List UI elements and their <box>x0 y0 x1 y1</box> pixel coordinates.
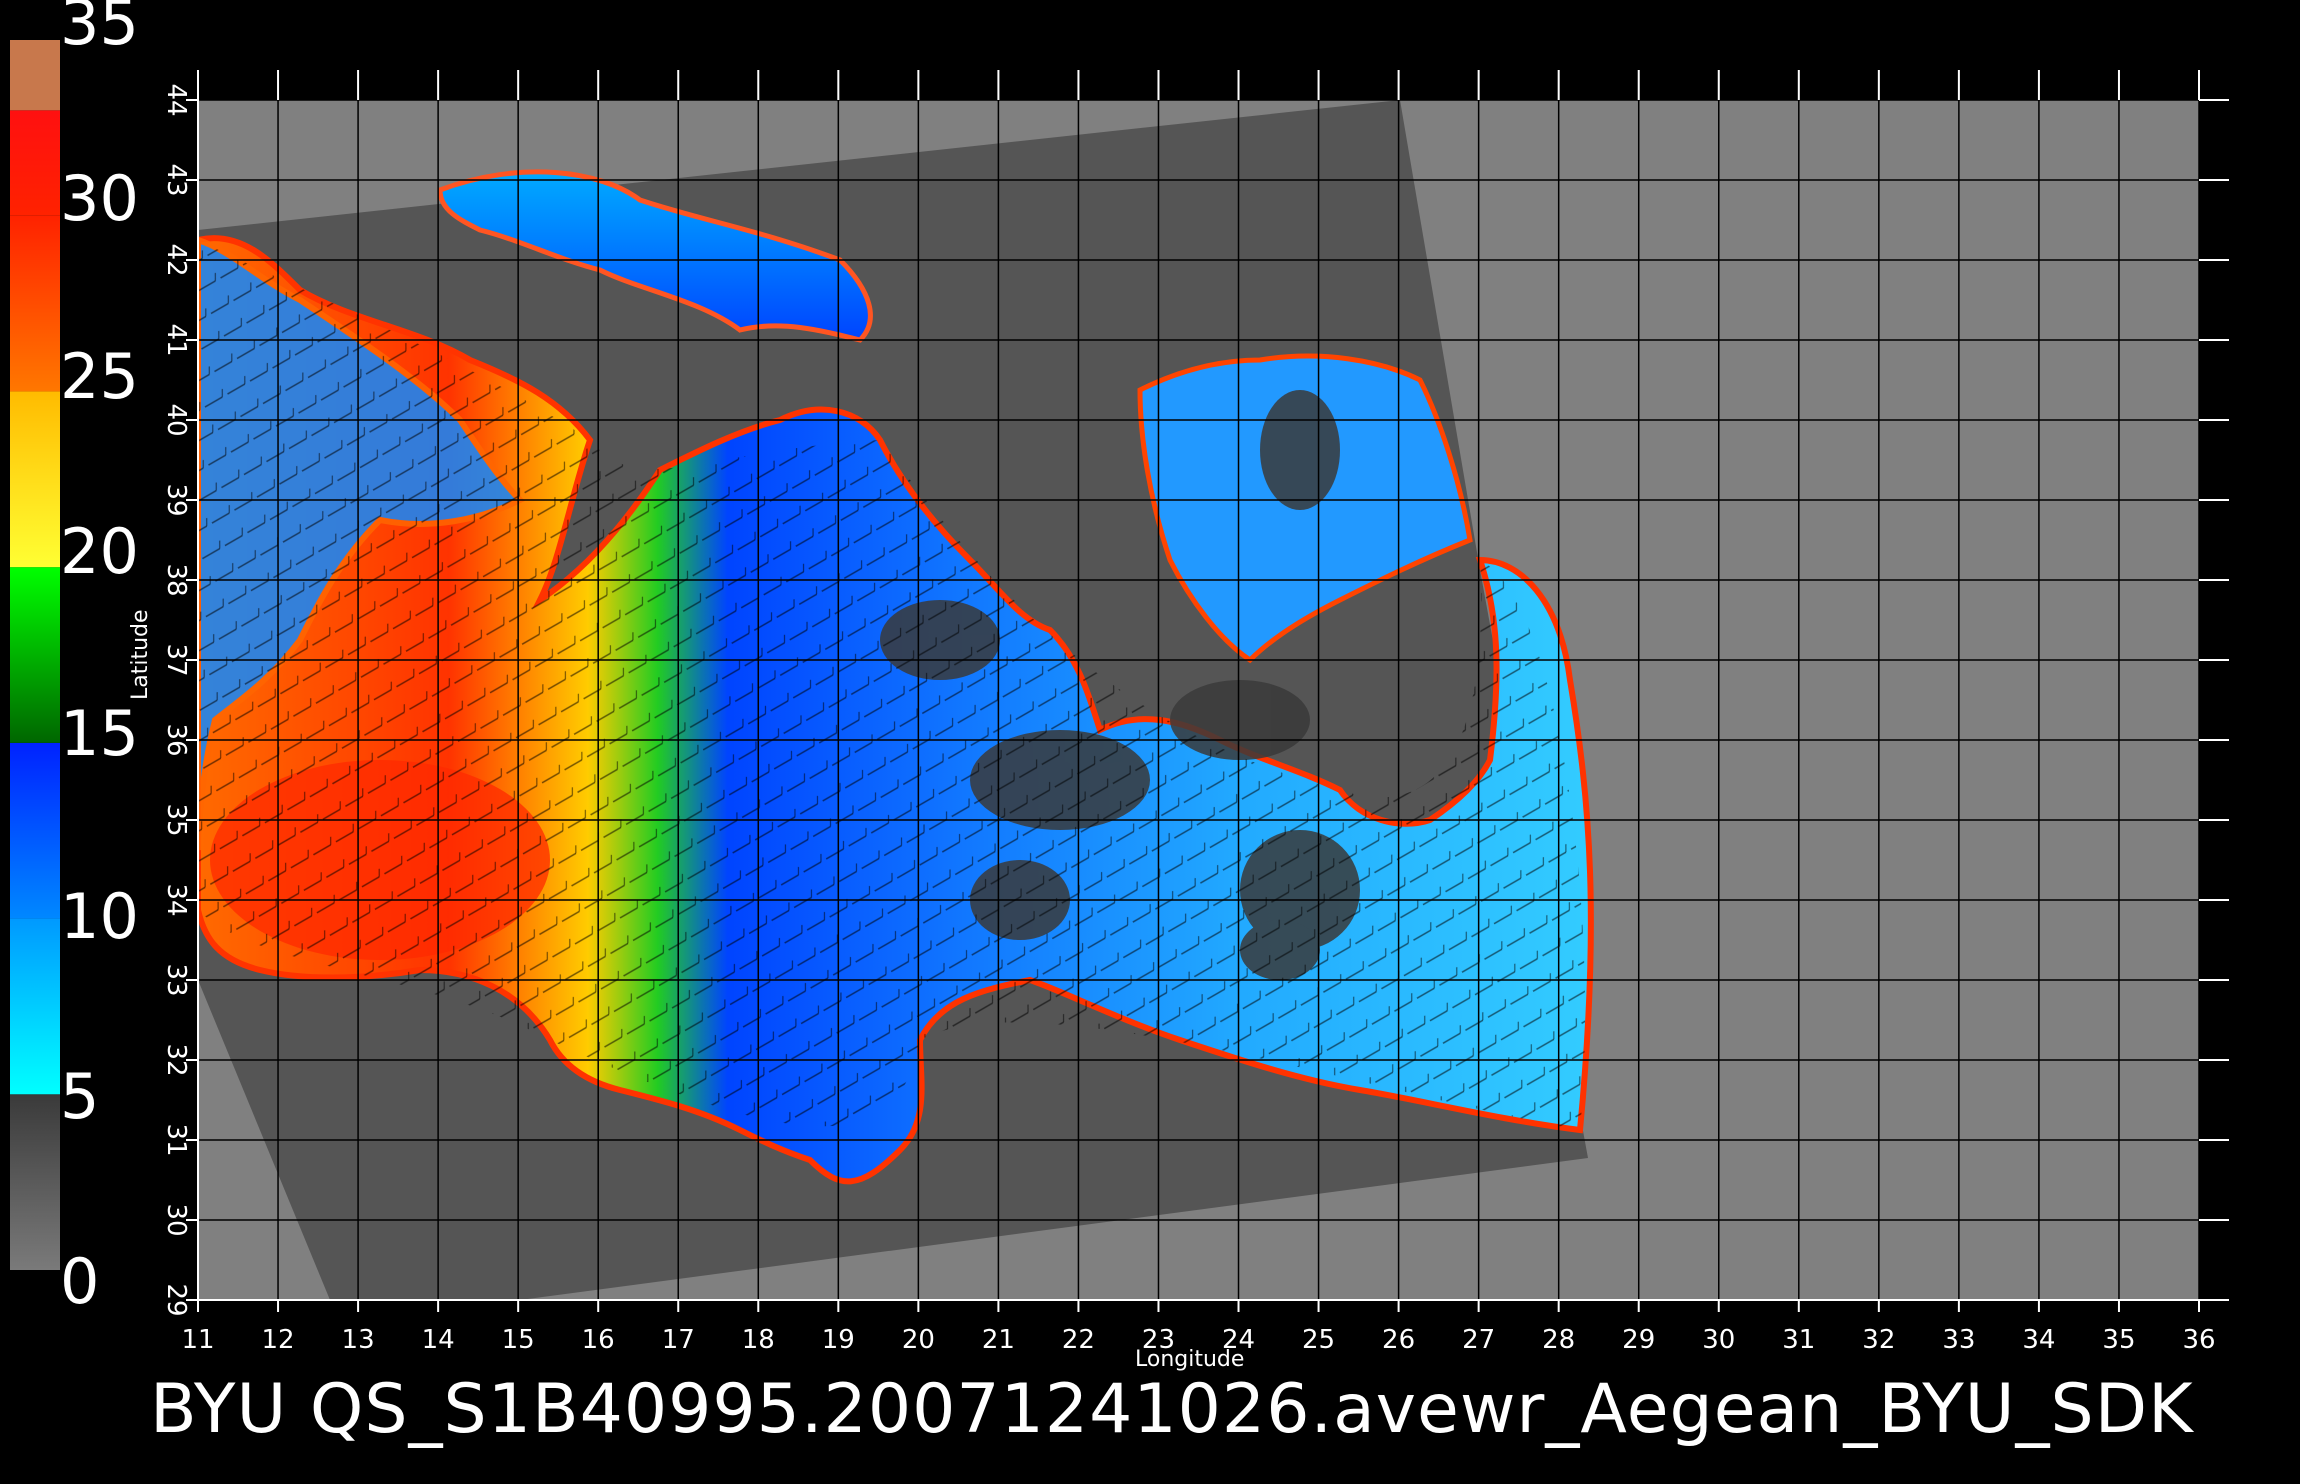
y-tick-label: 44 <box>161 83 191 116</box>
y-tick-label: 30 <box>161 1203 191 1236</box>
y-tick-label: 41 <box>161 323 191 356</box>
figure-title: BYU QS_S1B40995.20071241026.avewr_Aegean… <box>150 1370 2194 1449</box>
y-tick-label: 34 <box>161 883 191 916</box>
y-tick-label: 37 <box>161 643 191 676</box>
x-tick-label: 21 <box>982 1325 1015 1355</box>
y-tick-label: 31 <box>161 1123 191 1156</box>
colorbar-segment <box>10 391 60 568</box>
x-tick-label: 36 <box>2182 1325 2215 1355</box>
x-tick-label: 26 <box>1382 1325 1415 1355</box>
colorbar-label: 5 <box>60 1060 100 1133</box>
colorbar-segment <box>10 40 60 111</box>
x-tick-label: 12 <box>261 1325 294 1355</box>
x-tick-label: 31 <box>1782 1325 1815 1355</box>
colorbar-segment <box>10 742 60 919</box>
x-tick-label: 34 <box>2022 1325 2055 1355</box>
x-tick-label: 16 <box>582 1325 615 1355</box>
x-tick-label: 22 <box>1062 1325 1095 1355</box>
x-tick-label: 17 <box>662 1325 695 1355</box>
x-tick-label: 30 <box>1702 1325 1735 1355</box>
x-tick-label: 29 <box>1622 1325 1655 1355</box>
wind-map-svg: 11 12 13 14 15 16 17 18 19 20 21 22 23 24 25 26 27 28 29 30… <box>10 40 2229 1355</box>
colorbar <box>10 40 60 1270</box>
x-tick-label: 18 <box>742 1325 775 1355</box>
y-tick-label: 35 <box>161 803 191 836</box>
x-tick-label: 25 <box>1302 1325 1335 1355</box>
x-tick-label: 28 <box>1542 1325 1575 1355</box>
y-tick-label: 42 <box>161 243 191 276</box>
x-tick-label: 33 <box>1942 1325 1975 1355</box>
x-tick-label: 27 <box>1462 1325 1495 1355</box>
y-tick-label: 43 <box>161 163 191 196</box>
colorbar-label: 35 <box>60 0 139 59</box>
x-tick-label: 15 <box>502 1325 535 1355</box>
x-tick-label: 19 <box>822 1325 855 1355</box>
x-tick-label: 35 <box>2102 1325 2135 1355</box>
y-tick-label: 38 <box>161 563 191 596</box>
y-tick-label: 36 <box>161 723 191 756</box>
colorbar-label: 10 <box>60 880 139 953</box>
y-tick-label: 33 <box>161 963 191 996</box>
y-tick-label: 32 <box>161 1043 191 1076</box>
y-axis-title: Latitude <box>128 609 153 700</box>
colorbar-segment <box>10 110 60 216</box>
x-tick-label: 11 <box>181 1325 214 1355</box>
x-tick-label: 14 <box>422 1325 455 1355</box>
colorbar-segment <box>10 918 60 1095</box>
x-tick-label: 13 <box>342 1325 375 1355</box>
x-tick-label: 20 <box>902 1325 935 1355</box>
colorbar-segment <box>10 1094 60 1270</box>
colorbar-segment <box>10 567 60 743</box>
colorbar-segment <box>10 215 60 392</box>
x-axis-title: Longitude <box>1135 1347 1245 1372</box>
colorbar-label: 20 <box>60 515 139 588</box>
y-tick-label: 39 <box>161 483 191 516</box>
wind-speed-map-figure: 11 12 13 14 15 16 17 18 19 20 21 22 23 24 25 26 27 28 29 30… <box>0 0 2300 1480</box>
colorbar-label: 30 <box>60 162 139 235</box>
colorbar-label: 15 <box>60 697 139 770</box>
colorbar-label: 0 <box>60 1245 100 1318</box>
y-tick-label: 29 <box>161 1283 191 1316</box>
colorbar-label: 25 <box>60 340 139 413</box>
y-tick-label: 40 <box>161 403 191 436</box>
x-tick-label: 32 <box>1862 1325 1895 1355</box>
